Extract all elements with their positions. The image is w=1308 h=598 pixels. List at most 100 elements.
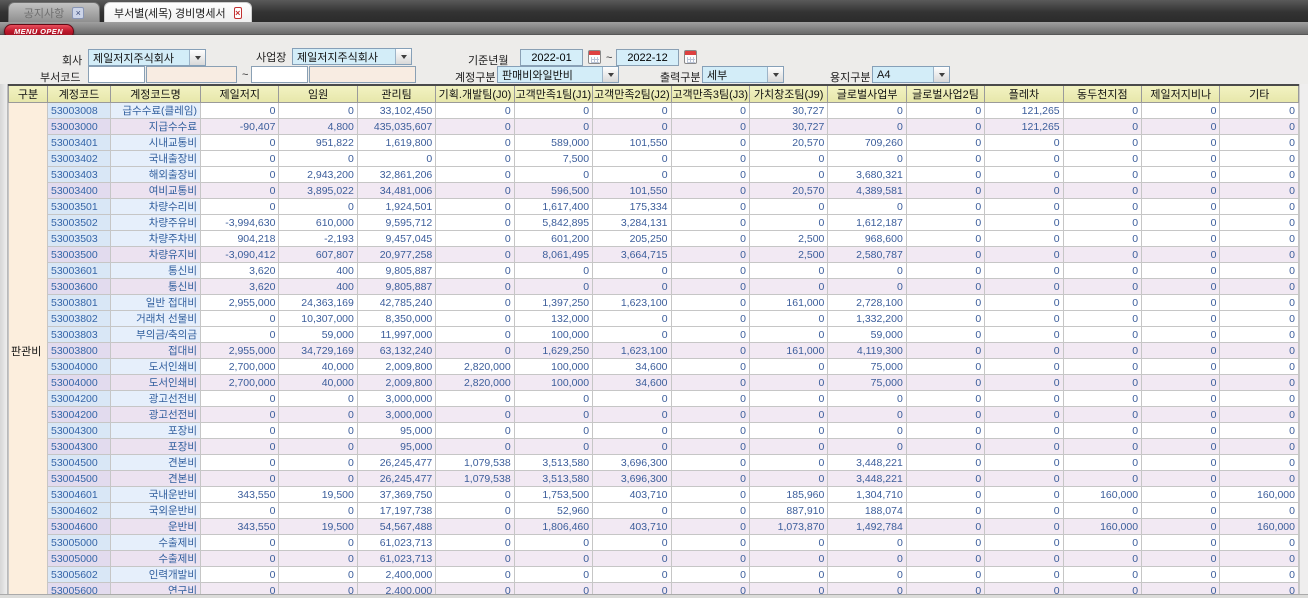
dept-to-code-input[interactable]	[251, 66, 308, 83]
column-header: 글로벌사업부	[827, 84, 907, 103]
amount-cell: -2,193	[278, 230, 358, 247]
account-name-cell: 포장비	[110, 438, 201, 455]
amount-cell: 709,260	[827, 134, 907, 151]
amount-cell: 0	[1062, 374, 1143, 391]
paper-type-select[interactable]: A4	[872, 66, 950, 83]
dept-to-name-field[interactable]	[309, 66, 416, 83]
period-from-input[interactable]	[520, 49, 583, 66]
amount-cell: 3,000,000	[356, 390, 437, 407]
amount-cell: 0	[513, 166, 594, 183]
account-type-select[interactable]: 판매비와일반비	[497, 66, 619, 83]
tab-close-icon[interactable]: ×	[72, 6, 85, 19]
amount-cell: 0	[278, 406, 358, 423]
amount-cell: 0	[1141, 534, 1221, 551]
tab-close-icon[interactable]: ×	[233, 6, 242, 19]
table-row: 53004500 견본비 0 0 26,245,477 1,079,538 3,513,58…	[9, 470, 1299, 487]
column-header: 제일저지비나	[1141, 84, 1221, 103]
amount-cell: 1,619,800	[356, 134, 437, 151]
company-select[interactable]: 제일저지주식회사	[88, 49, 206, 66]
amount-cell: 0	[670, 390, 750, 407]
bottom-frame-strip	[0, 594, 1308, 598]
amount-cell: 0	[278, 438, 358, 455]
amount-cell: 0	[670, 566, 750, 583]
table-row: 53003500 차량유지비 -3,090,412 607,807 20,977,258…	[9, 246, 1299, 263]
amount-cell: 0	[592, 150, 672, 167]
amount-cell: 0	[513, 390, 594, 407]
amount-cell: 0	[1141, 566, 1221, 583]
amount-cell: 0	[1219, 470, 1299, 487]
amount-cell: 403,710	[592, 486, 672, 503]
amount-cell: 0	[278, 150, 358, 167]
account-code-cell: 53005000	[47, 550, 111, 567]
amount-cell: 32,861,206	[356, 166, 437, 183]
amount-cell: 9,595,712	[356, 214, 437, 231]
amount-cell: 0	[1062, 470, 1143, 487]
amount-cell: 24,363,169	[278, 294, 358, 311]
calendar-icon[interactable]	[684, 50, 697, 64]
amount-cell: 0	[827, 198, 907, 215]
amount-cell: 3,696,300	[592, 470, 672, 487]
account-name-cell: 견본비	[110, 470, 201, 487]
amount-cell: 0	[670, 582, 750, 594]
amount-cell: 0	[905, 102, 986, 119]
vertical-scrollbar[interactable]	[1299, 84, 1308, 594]
account-name-cell: 포장비	[110, 422, 201, 439]
amount-cell: 75,000	[827, 374, 907, 391]
amount-cell: 1,332,200	[827, 310, 907, 327]
account-code-cell: 53004000	[47, 358, 111, 375]
amount-cell: 0	[1219, 406, 1299, 423]
amount-cell: 3,000,000	[356, 406, 437, 423]
dept-from-name-field[interactable]	[146, 66, 237, 83]
amount-cell: 0	[1062, 342, 1143, 359]
dept-code-label: 부서코드	[40, 72, 81, 84]
amount-cell: 0	[1219, 438, 1299, 455]
output-type-select[interactable]: 세부	[702, 66, 784, 83]
amount-cell: 0	[827, 566, 907, 583]
amount-cell: 0	[748, 150, 829, 167]
amount-cell: 0	[199, 406, 280, 423]
amount-cell: 0	[984, 534, 1064, 551]
account-code-cell: 53003500	[47, 246, 111, 263]
account-name-cell: 수출제비	[110, 534, 201, 551]
amount-cell: 0	[435, 518, 515, 535]
amount-cell: 0	[905, 438, 986, 455]
table-row: 53004600 운반비 343,550 19,500 54,567,488 0 1,806…	[9, 518, 1299, 535]
amount-cell: 0	[670, 406, 750, 423]
amount-cell: 1,079,538	[435, 470, 515, 487]
amount-cell: 0	[435, 134, 515, 151]
amount-cell: 0	[1219, 102, 1299, 119]
amount-cell: 0	[1141, 262, 1221, 279]
account-code-cell: 53003000	[47, 118, 111, 135]
site-select[interactable]: 제일저지주식회사	[292, 48, 412, 65]
account-name-cell: 거래처 선물비	[110, 310, 201, 327]
amount-cell: 0	[827, 582, 907, 594]
amount-cell: 0	[1141, 454, 1221, 471]
amount-cell: 0	[1141, 326, 1221, 343]
column-header: 기획.개발팀(J0)	[435, 84, 515, 103]
amount-cell: 0	[513, 582, 594, 594]
dept-from-code-input[interactable]	[88, 66, 145, 83]
table-row: 53003503 차량주차비 904,218 -2,193 9,457,045 0 601,…	[9, 230, 1299, 247]
amount-cell: 185,960	[748, 486, 829, 503]
amount-cell: 2,728,100	[827, 294, 907, 311]
amount-cell: 121,265	[984, 102, 1064, 119]
amount-cell: 5,842,895	[513, 214, 594, 231]
amount-cell: 0	[984, 182, 1064, 199]
amount-cell: 0	[1219, 166, 1299, 183]
amount-cell: 0	[1219, 182, 1299, 199]
calendar-icon[interactable]	[588, 50, 601, 64]
amount-cell: 3,696,300	[592, 454, 672, 471]
amount-cell: 0	[984, 454, 1064, 471]
amount-cell: 0	[513, 550, 594, 567]
amount-cell: 0	[905, 214, 986, 231]
amount-cell: 0	[278, 102, 358, 119]
account-code-cell: 53005600	[47, 582, 111, 594]
period-to-input[interactable]	[616, 49, 679, 66]
tab-expense-report[interactable]: 부서별(세목) 경비명세서 ×	[104, 2, 252, 22]
account-code-cell: 53003802	[47, 310, 111, 327]
amount-cell: 0	[670, 342, 750, 359]
amount-cell: 0	[748, 566, 829, 583]
amount-cell: 0	[748, 534, 829, 551]
tab-notice[interactable]: 공지사항 ×	[8, 2, 100, 22]
amount-cell: 0	[905, 134, 986, 151]
